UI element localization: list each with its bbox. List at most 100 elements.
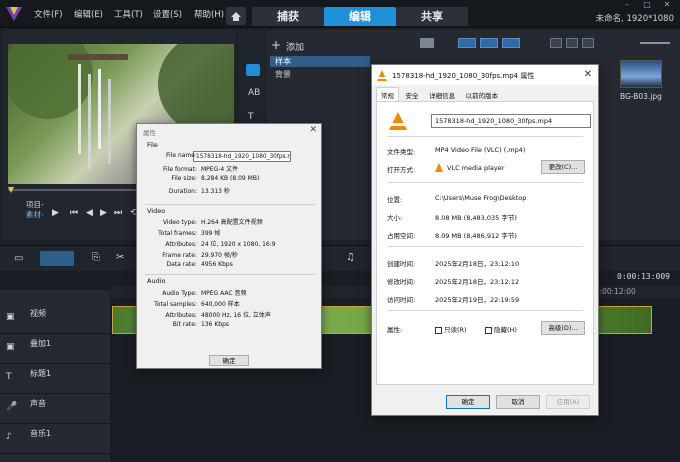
dialog-title: 1578318-hd_1920_1080_30fps.mp4 属性 — [372, 65, 598, 85]
close-icon[interactable]: ✕ — [584, 69, 592, 80]
sort-icon[interactable] — [582, 38, 594, 48]
file-group-title: File — [147, 141, 158, 149]
track-video[interactable]: ▣ 视频 — [0, 304, 110, 334]
add-icon[interactable]: + — [271, 38, 281, 52]
type-label: 文件类型: — [387, 148, 416, 156]
general-tab-panel: 1578318-hd_1920_1080_30fps.mp4 文件类型: MP4 … — [376, 101, 594, 385]
tab-security[interactable]: 安全 — [402, 88, 423, 102]
timeline-view-icon[interactable] — [40, 251, 74, 266]
filename-input[interactable]: 1578318-hd_1920_1080_30fps.mp4 — [431, 114, 591, 128]
location-value: C:\Users\Muse Frog\Desktop — [435, 194, 527, 202]
maximize-icon[interactable]: □ — [638, 0, 656, 12]
total-frames-key: Total frames: — [158, 230, 197, 237]
timecode-display: 0:00:13:009 — [617, 272, 670, 281]
minimize-icon[interactable]: – — [618, 0, 636, 12]
add-label[interactable]: 添加 — [286, 40, 304, 53]
audio-mix-icon[interactable]: ♫ — [346, 252, 355, 263]
ok-button[interactable]: 确定 — [209, 355, 249, 366]
accessed-label: 访问时间: — [387, 296, 416, 304]
created-value: 2025年2月18日，23:12:10 — [435, 260, 520, 268]
title-track-icon: T — [6, 372, 12, 382]
clip-mode-label[interactable]: 素材- — [26, 210, 44, 220]
filter-photo-icon[interactable] — [480, 38, 498, 48]
tab-details[interactable]: 详细信息 — [425, 88, 459, 102]
audio-type-value: MPEG AAC 音频 — [201, 290, 247, 297]
file-size-key: File size: — [171, 175, 197, 182]
file-name-field[interactable]: 1578318-hd_1920_1080_30fps.mp4 — [193, 151, 291, 162]
play-icon[interactable]: ▶ — [52, 208, 59, 218]
bit-rate-key: Bit rate: — [172, 321, 197, 328]
audio-group-title: Audio — [147, 277, 166, 285]
track-list: ▣ 视频 ▣ 叠加1 T 标题1 🎤 声音 ♪ 音乐1 — [0, 290, 110, 462]
vlc-small-icon — [435, 163, 443, 172]
home-button[interactable] — [226, 7, 246, 25]
track-title[interactable]: T 标题1 — [0, 364, 110, 394]
video-type-value: H.264 高配置文件视频 — [201, 219, 263, 226]
ok-button[interactable]: 确定 — [446, 395, 490, 409]
tab-capture[interactable]: 捕获 — [252, 7, 324, 26]
tree-item-background[interactable]: 背景 — [270, 69, 291, 80]
home-start-icon[interactable]: ⏮ — [70, 208, 78, 218]
next-frame-icon[interactable]: ▶ — [100, 208, 107, 218]
advanced-button[interactable]: 高级(D)... — [541, 321, 585, 335]
hidden-checkbox[interactable]: 隐藏(H) — [485, 324, 517, 334]
track-music[interactable]: ♪ 音乐1 — [0, 424, 110, 454]
menu-edit[interactable]: 编辑(E) — [74, 8, 103, 20]
menu-settings[interactable]: 设置(S) — [153, 8, 182, 20]
transition-icon[interactable]: AB — [248, 88, 260, 98]
filter-video-icon[interactable] — [458, 38, 476, 48]
video-group-title: Video — [147, 207, 166, 215]
tools-icon[interactable]: ✂ — [116, 252, 124, 263]
view-grid-icon[interactable] — [566, 38, 578, 48]
modified-value: 2025年2月18日，23:12:12 — [435, 278, 520, 286]
title-icon[interactable]: T — [248, 112, 254, 122]
file-format-key: File format: — [163, 166, 197, 173]
duration-key: Duration: — [168, 188, 197, 195]
video-type-key: Video type: — [162, 219, 197, 226]
track-overlay[interactable]: ▣ 叠加1 — [0, 334, 110, 364]
menu-tools[interactable]: 工具(T) — [114, 8, 143, 20]
bit-rate-value: 136 Kbps — [201, 321, 230, 328]
dialog-title: 属性 — [143, 129, 156, 137]
undo-icon[interactable]: ⎘ — [92, 252, 100, 263]
readonly-checkbox[interactable]: 只读(R) — [435, 324, 467, 334]
menu-help[interactable]: 帮助(H) — [194, 8, 224, 20]
view-list-icon[interactable] — [550, 38, 562, 48]
project-name: 未命名, 1920*1080 — [595, 14, 674, 24]
attributes-value: 24 位, 1920 x 1080, 16:9 — [201, 241, 276, 248]
thumb-size-slider[interactable] — [640, 42, 670, 44]
tab-share[interactable]: 共享 — [396, 7, 468, 26]
total-samples-key: Total samples: — [154, 301, 197, 308]
storyboard-view-icon[interactable]: ▭ — [14, 253, 23, 264]
app-logo-icon — [4, 4, 24, 24]
project-mode-label[interactable]: 项目- — [26, 200, 44, 210]
vlc-file-icon — [389, 112, 407, 130]
total-frames-value: 399 帧 — [201, 230, 221, 237]
overlay-track-icon: ▣ — [6, 342, 15, 352]
prev-frame-icon[interactable]: ◀ — [86, 208, 93, 218]
location-label: 位置: — [387, 196, 403, 204]
home-icon — [231, 11, 241, 21]
apply-button[interactable]: 应用(A) — [546, 395, 590, 409]
video-track-icon: ▣ — [6, 312, 15, 322]
library-thumbnail[interactable] — [620, 60, 662, 88]
tab-edit[interactable]: 编辑 — [324, 7, 396, 26]
audio-attributes-key: Attributes: — [165, 312, 197, 319]
attributes-key: Attributes: — [165, 241, 197, 248]
track-voice[interactable]: 🎤 声音 — [0, 394, 110, 424]
cancel-button[interactable]: 取消 — [496, 395, 540, 409]
close-icon[interactable]: ✕ — [658, 0, 676, 12]
music-track-icon: ♪ — [6, 432, 12, 442]
menu-file[interactable]: 文件(F) — [34, 8, 63, 20]
change-button[interactable]: 更改(C)... — [541, 160, 585, 174]
folder-icon[interactable] — [420, 38, 434, 48]
audio-attributes-value: 48000 Hz, 16 位, 立体声 — [201, 312, 271, 319]
end-icon[interactable]: ⏭ — [114, 208, 122, 218]
total-samples-value: 640,000 样本 — [201, 301, 240, 308]
tab-previous-versions[interactable]: 以前的版本 — [462, 88, 503, 102]
close-icon[interactable]: ✕ — [309, 125, 317, 135]
tree-item-samples[interactable]: 样本 — [270, 56, 370, 67]
media-icon[interactable] — [246, 64, 260, 76]
filter-audio-icon[interactable] — [502, 38, 520, 48]
tab-general[interactable]: 常规 — [376, 87, 399, 102]
